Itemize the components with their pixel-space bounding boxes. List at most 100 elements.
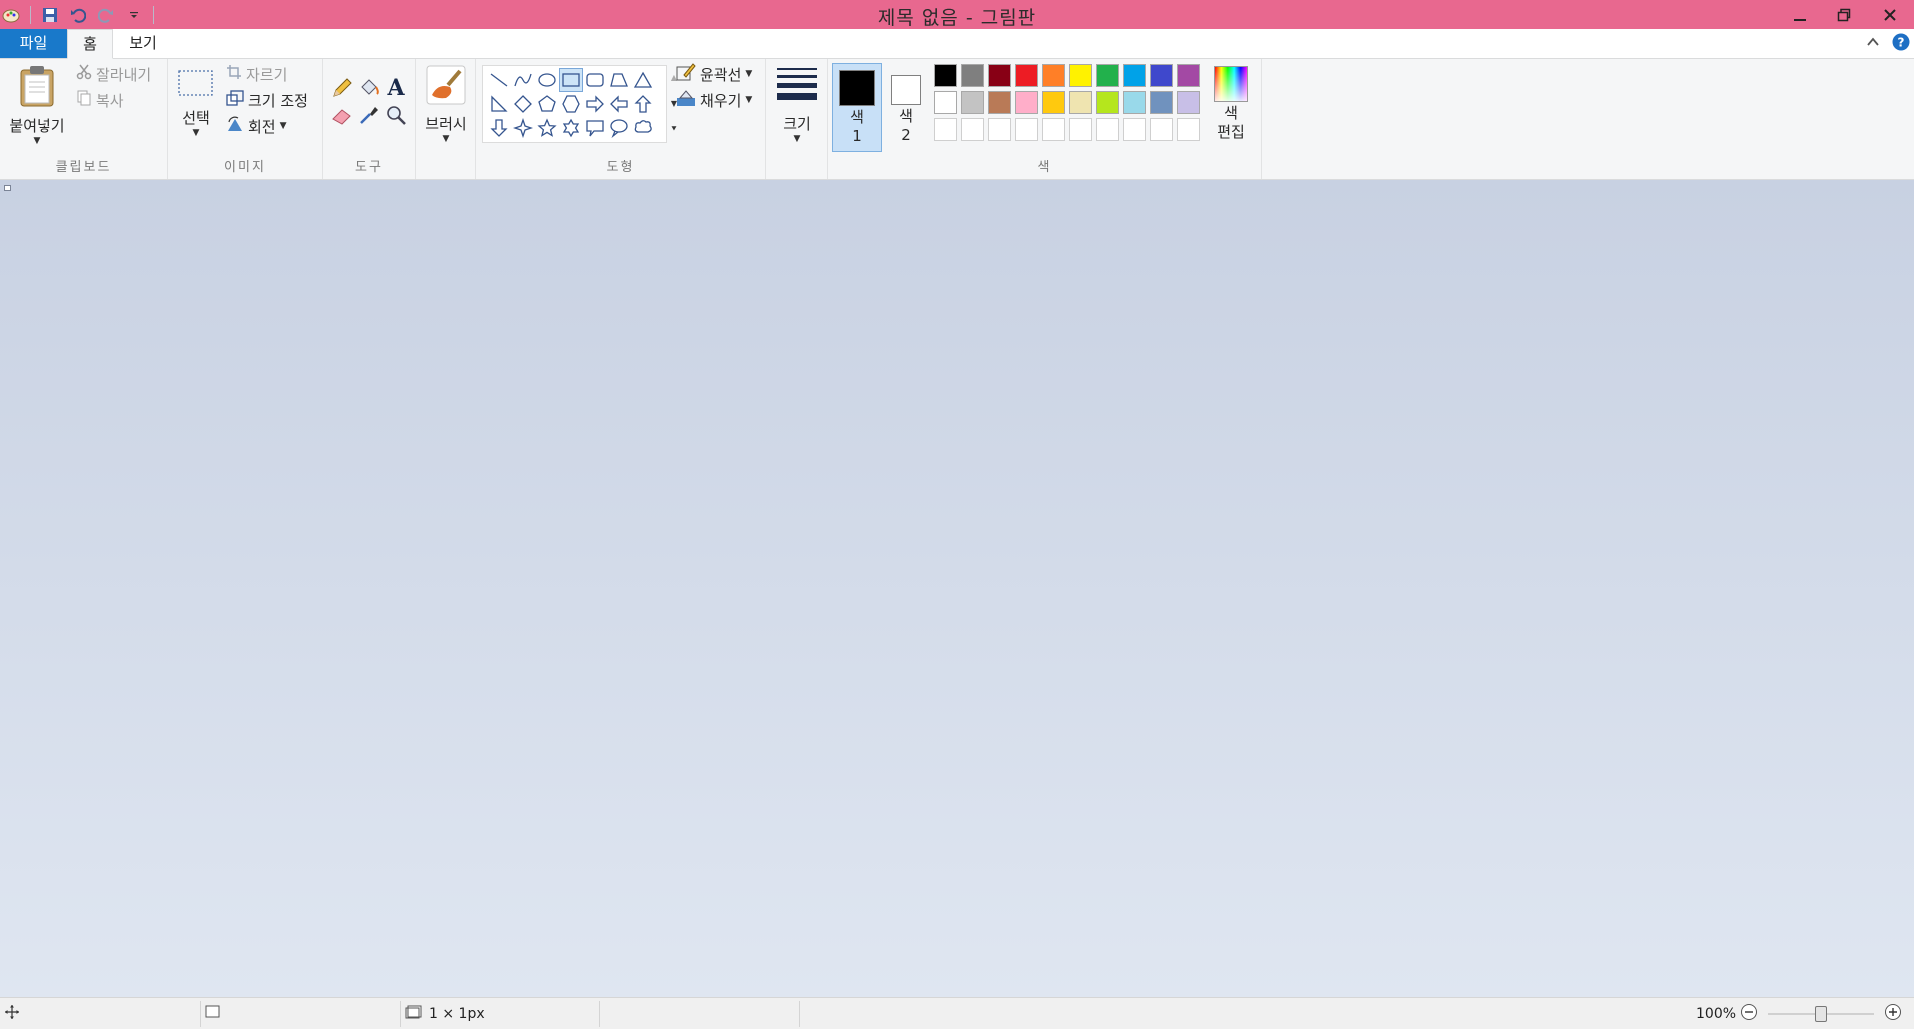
expand-gallery-icon[interactable]: ⯆ [668,117,680,143]
color-swatch[interactable] [961,91,984,114]
color-swatch[interactable] [934,91,957,114]
outline-button[interactable]: 윤곽선 ▼ [676,63,752,85]
polygon-shape-icon[interactable] [607,68,631,92]
color-swatch[interactable] [1096,64,1119,87]
pentagon-shape-icon[interactable] [535,92,559,116]
line-shape-icon[interactable] [487,68,511,92]
down-arrow-shape-icon[interactable] [487,116,511,140]
diamond-shape-icon[interactable] [511,92,535,116]
colors-group-label: 색 [1037,160,1052,175]
fill-button[interactable]: 채우기 ▼ [676,89,752,111]
color-swatch[interactable] [1042,64,1065,87]
resize-button[interactable]: 크기 조정 [226,89,308,111]
select-rectangle-icon [178,69,214,101]
right-arrow-shape-icon[interactable] [583,92,607,116]
color-swatch[interactable] [1015,91,1038,114]
color-swatch[interactable] [1042,91,1065,114]
custom-color-slot[interactable] [1150,118,1173,141]
color-swatch[interactable] [934,64,957,87]
canvas-resize-handle[interactable] [4,185,11,191]
crop-button[interactable]: 자르기 [226,63,287,85]
tab-view[interactable]: 보기 [113,29,173,58]
color-swatch[interactable] [1177,91,1200,114]
rectangle-callout-shape-icon[interactable] [583,116,607,140]
color-swatch[interactable] [1150,64,1173,87]
five-point-star-shape-icon[interactable] [535,116,559,140]
right-triangle-shape-icon[interactable] [487,92,511,116]
color-swatch[interactable] [1177,64,1200,87]
zoom-in-icon[interactable] [1884,1003,1902,1025]
custom-color-slot[interactable] [934,118,957,141]
four-point-star-shape-icon[interactable] [511,116,535,140]
brush-icon [426,65,466,109]
text-icon[interactable]: A [385,75,407,103]
cut-button[interactable]: 잘라내기 [76,63,151,85]
help-icon[interactable]: ? [1892,33,1910,55]
custom-color-slot[interactable] [961,118,984,141]
minimize-button[interactable] [1778,0,1822,29]
rotate-button[interactable]: 회전 ▼ [226,115,287,137]
clipboard-icon [6,65,68,111]
edit-colors-button[interactable]: 색 편집 [1208,63,1254,142]
curve-shape-icon[interactable] [511,68,535,92]
hexagon-shape-icon[interactable] [559,92,583,116]
fill-bucket-icon[interactable] [358,77,380,103]
color-swatch[interactable] [1069,64,1092,87]
paste-button[interactable]: 붙여넣기 ▼ [6,65,68,146]
cloud-callout-shape-icon[interactable] [631,116,655,140]
brushes-button[interactable]: 브러시 ▼ [420,65,472,144]
status-bar: 1 × 1px 100% [0,997,1914,1029]
eraser-icon[interactable] [331,104,353,130]
triangle-shape-icon[interactable] [631,68,655,92]
custom-color-slot[interactable] [1042,118,1065,141]
custom-color-slot[interactable] [1177,118,1200,141]
rectangle-shape-icon[interactable] [559,68,583,92]
custom-color-slot[interactable] [988,118,1011,141]
color-swatch[interactable] [1096,91,1119,114]
color2-button[interactable]: 색 2 [884,63,928,152]
color-swatch[interactable] [1150,91,1173,114]
color-picker-icon[interactable] [358,104,380,130]
custom-color-slot[interactable] [1096,118,1119,141]
rounded-rectangle-shape-icon[interactable] [583,68,607,92]
six-point-star-shape-icon[interactable] [559,116,583,140]
custom-color-slot[interactable] [1123,118,1146,141]
size-label: 크기 [783,115,811,133]
copy-icon [76,90,92,110]
tab-home[interactable]: 홈 [67,29,113,59]
zoom-out-icon[interactable] [1740,1003,1758,1025]
color-swatch[interactable] [988,64,1011,87]
color-swatch[interactable] [988,91,1011,114]
crop-icon [226,64,242,84]
zoom-slider[interactable] [1768,1005,1874,1023]
select-button[interactable]: 선택 ▼ [174,69,218,138]
custom-color-slot[interactable] [1015,118,1038,141]
color2-label: 색 [899,107,913,125]
chevron-down-icon: ▼ [33,136,41,146]
restore-button[interactable] [1822,0,1866,29]
left-arrow-shape-icon[interactable] [607,92,631,116]
clipboard-group-label: 클립보드 [55,160,112,175]
close-button[interactable] [1866,0,1914,29]
color-swatch[interactable] [1069,91,1092,114]
custom-color-slot[interactable] [1069,118,1092,141]
zoom-slider-thumb[interactable] [1815,1005,1827,1022]
tab-file[interactable]: 파일 [0,29,67,58]
color1-button[interactable]: 색 1 [832,63,882,152]
oval-callout-shape-icon[interactable] [607,116,631,140]
canvas-area[interactable] [0,180,1914,997]
svg-text:?: ? [1898,36,1905,50]
size-button[interactable]: 크기 ▼ [772,67,822,144]
magnifier-icon[interactable] [385,104,407,130]
collapse-ribbon-icon[interactable] [1866,35,1880,53]
pencil-icon[interactable] [331,77,353,103]
image-group-label: 이미지 [224,160,266,175]
copy-button[interactable]: 복사 [76,89,124,111]
color-swatch[interactable] [1123,64,1146,87]
up-arrow-shape-icon[interactable] [631,92,655,116]
color-swatch[interactable] [961,64,984,87]
rotate-icon [226,116,244,136]
oval-shape-icon[interactable] [535,68,559,92]
color-swatch[interactable] [1015,64,1038,87]
color-swatch[interactable] [1123,91,1146,114]
